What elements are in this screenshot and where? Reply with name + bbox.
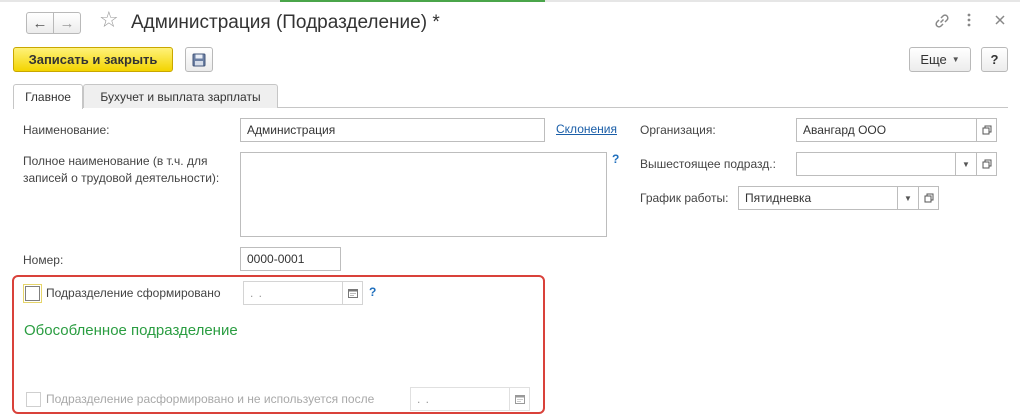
back-button[interactable]: ← — [26, 12, 54, 34]
calendar-icon — [514, 395, 525, 404]
full-name-label-line2: записей о трудовой деятельности): — [23, 171, 220, 185]
more-button-label: Еще — [920, 52, 947, 67]
more-menu-button[interactable]: Еще ▼ — [909, 47, 971, 72]
open-window-icon — [982, 125, 991, 135]
division-formed-checkbox[interactable] — [23, 284, 42, 303]
parent-division-label: Вышестоящее подразд.: — [640, 157, 776, 171]
number-input[interactable]: 0000-0001 — [240, 247, 341, 271]
organization-label: Организация: — [640, 123, 716, 137]
division-formed-label: Подразделение сформировано — [46, 286, 221, 300]
parent-division-input[interactable] — [796, 152, 956, 176]
save-and-close-button[interactable]: Записать и закрыть — [13, 47, 173, 72]
formed-help-mark[interactable]: ? — [369, 285, 376, 299]
dropdown-arrow-icon: ▼ — [962, 159, 970, 169]
calendar-icon — [347, 289, 358, 298]
save-button[interactable] — [185, 47, 213, 72]
active-window-indicator — [280, 0, 545, 2]
name-input[interactable]: Администрация — [240, 118, 545, 142]
parent-division-open-button[interactable] — [977, 152, 997, 176]
more-vertical-icon[interactable] — [966, 12, 972, 31]
favorite-star-icon[interactable]: ☆ — [99, 9, 119, 31]
dropdown-arrow-icon: ▼ — [904, 193, 912, 203]
work-schedule-label: График работы: — [640, 191, 729, 205]
tab-main[interactable]: Главное — [13, 84, 83, 109]
arrow-left-icon: ← — [32, 14, 48, 32]
link-icon[interactable] — [934, 13, 950, 32]
tab-accounting-payroll[interactable]: Бухучет и выплата зарплаты — [83, 84, 278, 108]
full-name-help-mark[interactable]: ? — [612, 152, 619, 166]
disbanded-date-input[interactable]: . . — [410, 387, 510, 411]
close-icon[interactable] — [994, 14, 1006, 29]
declensions-link[interactable]: Склонения — [556, 122, 617, 136]
arrow-right-icon: → — [59, 14, 75, 32]
name-label: Наименование: — [23, 123, 110, 137]
open-window-icon — [982, 159, 991, 169]
parent-division-dropdown-button[interactable]: ▼ — [956, 152, 977, 176]
full-name-label-line1: Полное наименование (в т.ч. для — [23, 154, 208, 168]
number-label: Номер: — [23, 253, 64, 267]
floppy-disk-icon — [192, 53, 206, 66]
separate-division-title: Обособленное подразделение — [24, 322, 238, 339]
full-name-textarea[interactable] — [240, 152, 607, 237]
work-schedule-open-button[interactable] — [919, 186, 939, 210]
work-schedule-dropdown-button[interactable]: ▼ — [898, 186, 919, 210]
work-schedule-input[interactable]: Пятидневка — [738, 186, 898, 210]
page-title: Администрация (Подразделение) * — [131, 12, 440, 33]
organization-input[interactable]: Авангард ООО — [796, 118, 977, 142]
forward-button[interactable]: → — [53, 12, 81, 34]
dropdown-arrow-icon: ▼ — [951, 55, 960, 64]
division-disbanded-label: Подразделение расформировано и не исполь… — [46, 392, 375, 406]
help-button[interactable]: ? — [981, 47, 1008, 72]
formed-date-input[interactable]: . . — [243, 281, 343, 305]
disbanded-date-calendar-button[interactable] — [510, 387, 530, 411]
formed-date-calendar-button[interactable] — [343, 281, 363, 305]
division-disbanded-checkbox[interactable] — [26, 392, 41, 407]
open-window-icon — [924, 193, 933, 203]
organization-open-button[interactable] — [977, 118, 997, 142]
